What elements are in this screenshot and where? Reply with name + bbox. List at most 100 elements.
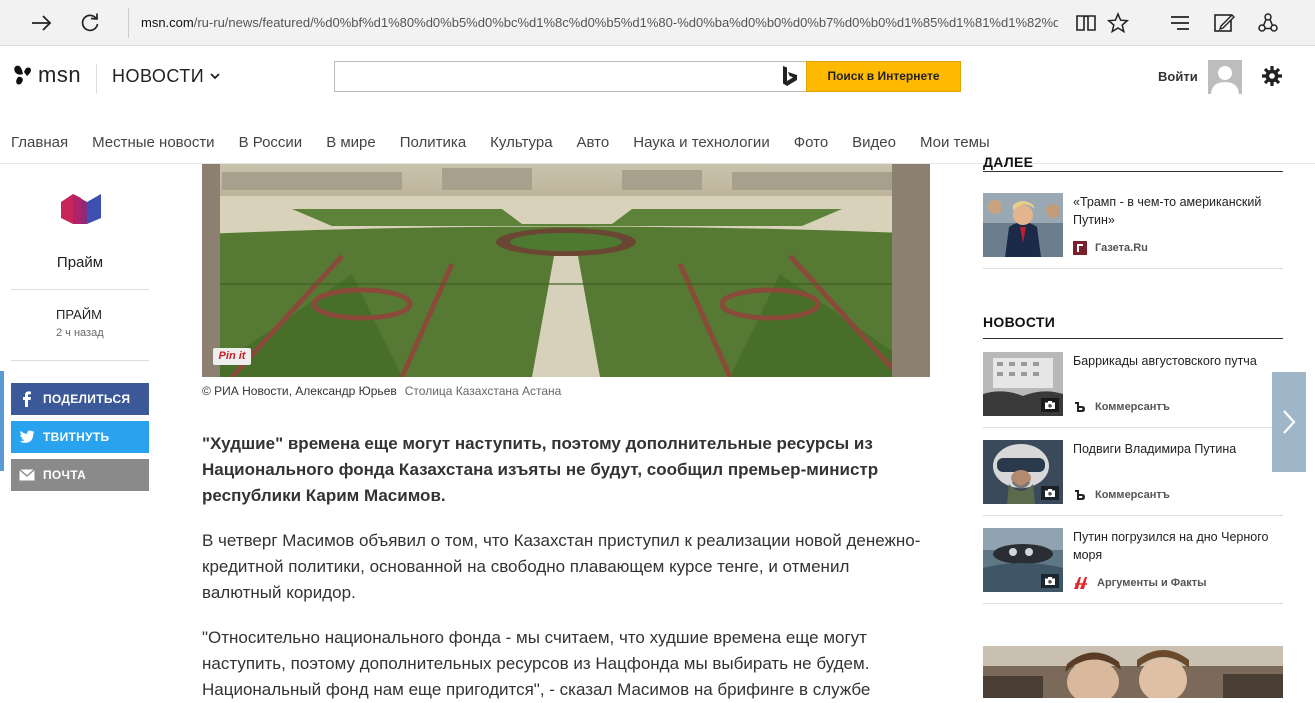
share-twitter-button[interactable]: ТВИТНУТЬ — [11, 421, 149, 453]
refresh-button[interactable] — [76, 9, 104, 37]
search-input[interactable] — [334, 61, 806, 92]
camera-icon — [1041, 486, 1059, 500]
url-host: msn.com — [141, 15, 194, 30]
rail-divider — [11, 360, 149, 361]
twitter-icon — [19, 430, 35, 443]
share-browser-button[interactable] — [1254, 9, 1282, 37]
camera-icon — [1041, 398, 1059, 412]
news-card[interactable]: Подвиги Владимира Путина Коммерсантъ — [983, 440, 1283, 520]
header-divider — [96, 64, 97, 94]
mail-icon — [19, 469, 35, 481]
share-facebook-button[interactable]: ПОДЕЛИТЬСЯ — [11, 383, 149, 415]
next-article-card[interactable]: «Трамп - в чем-то американский Путин» Га… — [983, 193, 1283, 273]
card-source: Аргументы и Факты — [1073, 576, 1207, 590]
camera-icon — [1041, 574, 1059, 588]
card-source: Коммерсантъ — [1073, 488, 1170, 502]
bing-icon — [780, 65, 800, 94]
promo-image[interactable] — [983, 646, 1283, 698]
nav-item-photo[interactable]: Фото — [794, 134, 828, 151]
nav-item-local[interactable]: Местные новости — [92, 134, 214, 151]
browser-toolbar: msn.com/ru-ru/news/featured/%d0%bf%d1%80… — [0, 0, 1315, 46]
nav-item-home[interactable]: Главная — [11, 134, 68, 151]
aif-logo-icon — [1074, 577, 1087, 589]
avatar[interactable] — [1208, 60, 1242, 94]
logo-text: msn — [38, 62, 82, 87]
card-source: Коммерсантъ — [1073, 400, 1170, 414]
book-icon — [1076, 15, 1096, 31]
nav-item-culture[interactable]: Культура — [490, 134, 552, 151]
gazeta-logo-icon — [1073, 241, 1087, 255]
card-thumbnail — [983, 193, 1063, 257]
user-silhouette-icon — [1211, 66, 1239, 94]
source-name[interactable]: Прайм — [11, 254, 149, 271]
msn-logo[interactable]: msn — [12, 62, 81, 88]
card-source-name: Коммерсантъ — [1095, 401, 1170, 413]
card-source: Газета.Ru — [1073, 241, 1148, 255]
chevron-right-icon — [1283, 410, 1296, 434]
article-image[interactable] — [202, 164, 930, 377]
share-mail-button[interactable]: ПОЧТА — [11, 459, 149, 491]
hub-icon — [1171, 16, 1189, 30]
article-paragraph: В четверг Масимов объявил о том, что Каз… — [202, 531, 921, 602]
section-label: НОВОСТИ — [112, 66, 205, 86]
pen-icon — [1214, 14, 1235, 32]
nav-item-video[interactable]: Видео — [852, 134, 896, 151]
left-edge-accent — [0, 371, 4, 471]
share-twitter-label: ТВИТНУТЬ — [43, 430, 110, 444]
url-path: /ru-ru/news/featured/%d0%bf%d1%80%d0%b5%… — [193, 15, 1058, 30]
card-title: «Трамп - в чем-то американский Путин» — [1073, 195, 1262, 227]
card-title: Путин погрузился на дно Черного моря — [1073, 530, 1269, 562]
section-dropdown[interactable]: НОВОСТИ — [112, 66, 220, 87]
share-mail-label: ПОЧТА — [43, 468, 87, 482]
favorite-button[interactable] — [1104, 9, 1132, 37]
card-title: Баррикады августовского путча — [1073, 354, 1257, 368]
next-heading: ДАЛЕЕ — [983, 154, 1034, 170]
pin-it-button[interactable]: Pin it — [213, 348, 251, 365]
nav-item-russia[interactable]: В России — [239, 134, 303, 151]
nav-item-politics[interactable]: Политика — [400, 134, 466, 151]
publish-time: 2 ч назад — [56, 327, 104, 339]
web-note-button[interactable] — [1210, 9, 1238, 37]
nav-item-my-topics[interactable]: Мои темы — [920, 134, 990, 151]
chevron-down-icon — [210, 73, 220, 80]
card-divider — [983, 515, 1283, 516]
news-card[interactable]: Баррикады августовского путча Коммерсант… — [983, 352, 1283, 432]
heading-rule — [983, 171, 1283, 172]
card-thumbnail — [983, 528, 1063, 592]
card-source-name: Коммерсантъ — [1095, 489, 1170, 501]
article-paragraph: "Относительно национального фонда - мы с… — [202, 628, 871, 699]
settings-button[interactable] — [1261, 65, 1283, 92]
card-divider — [983, 427, 1283, 428]
card-divider — [983, 268, 1283, 269]
prime-logo-icon — [61, 194, 101, 224]
news-card[interactable]: Путин погрузился на дно Черного моря Арг… — [983, 528, 1283, 608]
article-image-graphic — [202, 164, 930, 377]
sign-in-link[interactable]: Войти — [1158, 69, 1198, 84]
news-heading: НОВОСТИ — [983, 314, 1056, 330]
facebook-icon — [23, 391, 31, 407]
web-search-button[interactable]: Поиск в Интернете — [806, 61, 961, 92]
heading-rule — [983, 338, 1283, 339]
address-bar[interactable]: msn.com/ru-ru/news/featured/%d0%bf%d1%80… — [128, 8, 1058, 38]
prime-logo[interactable] — [59, 192, 103, 231]
share-facebook-label: ПОДЕЛИТЬСЯ — [43, 392, 131, 406]
nav-item-world[interactable]: В мире — [326, 134, 376, 151]
photo-credit: © РИА Новости, Александр Юрьев — [202, 384, 397, 398]
photo-caption: Столица Казахстана Астана — [404, 384, 562, 398]
card-divider — [983, 603, 1283, 604]
rail-divider — [11, 289, 149, 290]
card-thumbnail — [983, 352, 1063, 416]
hub-button[interactable] — [1166, 9, 1194, 37]
next-article-button[interactable] — [1272, 372, 1306, 472]
card-thumbnail — [983, 440, 1063, 504]
nav-item-auto[interactable]: Авто — [577, 134, 610, 151]
article-lead: "Худшие" времена еще могут наступить, по… — [202, 434, 879, 505]
forward-button[interactable] — [28, 9, 56, 37]
card-title: Подвиги Владимира Путина — [1073, 442, 1237, 456]
nav-item-science[interactable]: Наука и технологии — [633, 134, 769, 151]
star-icon — [1107, 12, 1129, 34]
gear-icon — [1262, 66, 1282, 86]
butterfly-icon — [14, 65, 31, 85]
reading-view-button[interactable] — [1072, 9, 1100, 37]
refresh-icon — [81, 13, 99, 32]
